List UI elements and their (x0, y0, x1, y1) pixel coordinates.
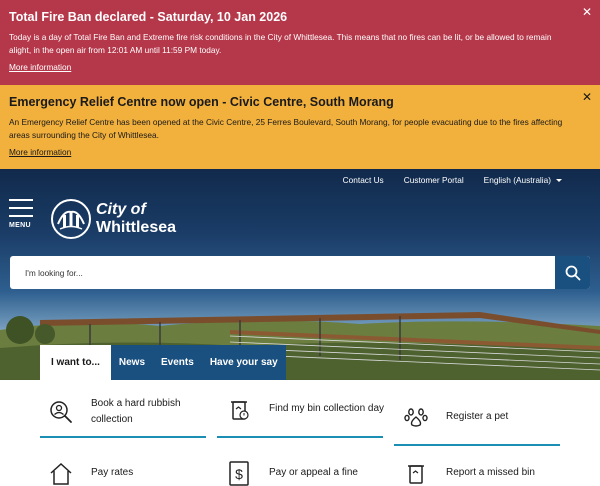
quick-links: Book a hard rubbish collection Find my b… (0, 380, 600, 486)
quick-link-missed-bin[interactable]: Report a missed bin (403, 460, 563, 486)
quick-link-underline (217, 436, 383, 438)
chevron-down-icon (556, 178, 562, 182)
bin-icon (408, 465, 424, 484)
relief-centre-alert-title: Emergency Relief Centre now open - Civic… (9, 95, 394, 109)
search-bar (10, 256, 590, 289)
quick-link-underline (394, 444, 560, 446)
menu-label: MENU (9, 222, 31, 229)
hamburger-bar (9, 215, 33, 217)
quick-link-bin-day[interactable]: Find my bin collection day (226, 396, 386, 422)
quick-link-pay-rates[interactable]: Pay rates (48, 460, 208, 486)
house-icon (50, 462, 72, 485)
fire-ban-alert: Total Fire Ban declared - Saturday, 10 J… (0, 0, 600, 85)
quick-link-hard-rubbish[interactable]: Book a hard rubbish collection (48, 396, 208, 428)
fire-ban-alert-body: Today is a day of Total Fire Ban and Ext… (9, 32, 552, 55)
contact-us-link[interactable]: Contact Us (343, 175, 384, 185)
city-logo-icon (51, 199, 91, 239)
user-search-icon (50, 401, 72, 423)
tab-news[interactable]: News (110, 345, 154, 380)
quick-link-label: Pay or appeal a fine (269, 467, 358, 478)
quick-link-label: Pay rates (91, 467, 134, 478)
quick-link-label: Report a missed bin (446, 467, 535, 478)
hamburger-icon (9, 199, 33, 201)
relief-centre-alert-body: An Emergency Relief Centre has been open… (9, 117, 563, 140)
menu-button[interactable] (9, 199, 35, 223)
quick-link-pay-fine[interactable]: $ Pay or appeal a fine (226, 460, 386, 486)
relief-centre-more-info-link[interactable]: More information (9, 147, 71, 157)
tab-have-your-say[interactable]: Have your say (201, 345, 286, 380)
search-icon (565, 265, 580, 280)
close-icon[interactable]: ✕ (582, 91, 592, 103)
search-button[interactable] (555, 256, 590, 289)
dollar-document-icon: $ (229, 461, 249, 486)
hamburger-bar (9, 207, 33, 209)
quick-link-label: Register a pet (446, 411, 509, 422)
close-icon[interactable]: ✕ (582, 6, 592, 18)
logo-line-2: Whittlesea (96, 219, 177, 236)
quick-link-label: Book a hard rubbish collection (91, 398, 181, 425)
utility-nav: Contact Us Customer Portal English (Aust… (343, 169, 600, 191)
bin-icon (231, 401, 249, 420)
quick-link-label: Find my bin collection day (269, 403, 385, 414)
quick-link-underline (40, 436, 206, 438)
fire-ban-more-info-link[interactable]: More information (9, 62, 71, 72)
site-logo[interactable]: City of Whittlesea (50, 198, 176, 240)
language-label: English (Australia) (483, 175, 551, 185)
tab-i-want-to[interactable]: I want to... (40, 345, 111, 380)
relief-centre-alert: Emergency Relief Centre now open - Civic… (0, 85, 600, 169)
search-input[interactable] (10, 256, 555, 289)
hero-tabs: I want to... News Events Have your say (40, 345, 286, 380)
tab-events[interactable]: Events (153, 345, 202, 380)
logo-text: City of Whittlesea (96, 201, 176, 237)
logo-line-1: City of (96, 201, 146, 218)
paw-icon (404, 408, 428, 427)
fire-ban-alert-title: Total Fire Ban declared - Saturday, 10 J… (9, 10, 288, 24)
language-selector[interactable]: English (Australia) (484, 175, 562, 185)
quick-link-register-pet[interactable]: Register a pet (403, 404, 563, 430)
site-header: Contact Us Customer Portal English (Aust… (0, 169, 600, 380)
customer-portal-link[interactable]: Customer Portal (404, 175, 464, 185)
